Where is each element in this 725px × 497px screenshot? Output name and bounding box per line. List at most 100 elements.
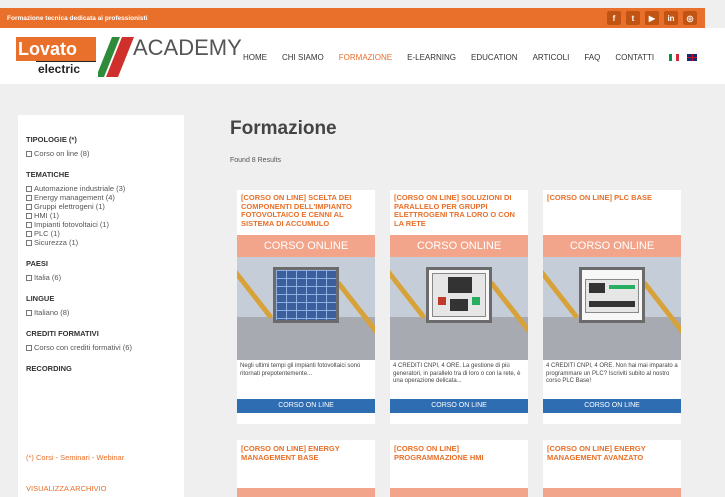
checkbox[interactable] xyxy=(26,150,32,157)
filter-list-tipologie: Corso on line (8) xyxy=(26,149,184,158)
course-description: Negli ultimi tempi gli impianti fotovolt… xyxy=(240,363,361,377)
logo-sub: electric xyxy=(36,61,96,76)
filter-option-label: Corso con crediti formativi (6) xyxy=(34,343,132,352)
course-title[interactable]: [CORSO ON LINE] SOLUZIONI DI PARALLELO P… xyxy=(394,193,526,229)
header: Lovato electric ACADEMY HOME CHI SIAMO F… xyxy=(0,28,725,84)
filter-option[interactable]: Gruppi elettrogeni (1) xyxy=(26,202,184,211)
filter-option[interactable]: HMI (1) xyxy=(26,211,184,220)
course-card[interactable]: [CORSO ON LINE] PROGRAMMAZIONE HMI xyxy=(390,440,528,497)
course-image[interactable]: CORSO ONLINE xyxy=(390,235,528,360)
checkbox[interactable] xyxy=(26,230,32,237)
course-title[interactable]: [CORSO ON LINE] ENERGY MANAGEMENT AVANZA… xyxy=(547,444,679,462)
archive-link[interactable]: VISUALIZZA ARCHIVIO xyxy=(26,484,106,493)
filter-list-crediti: Corso con crediti formativi (6) xyxy=(26,343,184,352)
filter-option-label: Corso on line (8) xyxy=(34,149,90,158)
checkbox[interactable] xyxy=(26,239,32,246)
main-nav: HOME CHI SIAMO FORMAZIONE E-LEARNING EDU… xyxy=(243,53,705,62)
filter-option[interactable]: Automazione industriale (3) xyxy=(26,184,184,193)
nav-articoli[interactable]: ARTICOLI xyxy=(533,53,570,62)
filter-option[interactable]: Corso on line (8) xyxy=(26,149,184,158)
page: Formazione tecnica dedicata ai professio… xyxy=(0,0,725,497)
filter-option[interactable]: Corso con crediti formativi (6) xyxy=(26,343,184,352)
nav-education[interactable]: EDUCATION xyxy=(471,53,518,62)
controller-display xyxy=(448,277,472,293)
course-button[interactable]: CORSO ON LINE xyxy=(237,399,375,413)
image-ground xyxy=(390,317,528,360)
filter-option[interactable]: Energy management (4) xyxy=(26,193,184,202)
checkbox[interactable] xyxy=(26,344,32,351)
course-button[interactable]: CORSO ON LINE xyxy=(390,399,528,413)
facebook-icon[interactable]: f xyxy=(607,11,621,25)
course-card[interactable]: [CORSO ON LINE] PLC BASE CORSO ONLINE 4 … xyxy=(543,190,681,424)
italian-flag-icon[interactable] xyxy=(669,54,680,61)
filter-option-label: Sicurezza (1) xyxy=(34,238,79,247)
filter-option[interactable]: Italia (6) xyxy=(26,273,184,282)
filter-option-label: Energy management (4) xyxy=(34,193,115,202)
filter-heading-recording: RECORDING xyxy=(26,364,72,373)
checkbox[interactable] xyxy=(26,221,32,228)
filter-list-paesi: Italia (6) xyxy=(26,273,184,282)
course-button[interactable]: CORSO ON LINE xyxy=(543,399,681,413)
filter-heading-crediti: CREDITI FORMATIVI xyxy=(26,329,99,338)
controller-button xyxy=(472,297,480,305)
filter-option[interactable]: PLC (1) xyxy=(26,229,184,238)
filter-option[interactable]: Sicurezza (1) xyxy=(26,238,184,247)
checkbox[interactable] xyxy=(26,203,32,210)
course-image[interactable]: CORSO ONLINE xyxy=(543,235,681,360)
instagram-icon[interactable]: ◎ xyxy=(683,11,697,25)
course-card[interactable]: [CORSO ON LINE] ENERGY MANAGEMENT AVANZA… xyxy=(543,440,681,497)
plc-terminals xyxy=(589,301,635,307)
course-title[interactable]: [CORSO ON LINE] PLC BASE xyxy=(547,193,679,203)
linkedin-icon[interactable]: in xyxy=(664,11,678,25)
image-ground xyxy=(237,317,375,360)
filter-option[interactable]: Impianti fotovoltaici (1) xyxy=(26,220,184,229)
nav-faq[interactable]: FAQ xyxy=(584,53,600,62)
course-banner: CORSO ONLINE xyxy=(390,235,528,257)
youtube-icon[interactable]: ▶ xyxy=(645,11,659,25)
checkbox[interactable] xyxy=(26,212,32,219)
logo-slash-icon xyxy=(98,37,134,77)
course-banner: CORSO ONLINE xyxy=(543,235,681,257)
filter-list-tematiche: Automazione industriale (3) Energy manag… xyxy=(26,184,184,247)
filter-option-label: Impianti fotovoltaici (1) xyxy=(34,220,110,229)
course-description: 4 CREDITI CNPI, 4 ORE. La gestione di pi… xyxy=(393,363,521,385)
nav-formazione[interactable]: FORMAZIONE xyxy=(339,53,392,62)
checkbox[interactable] xyxy=(26,185,32,192)
results-count: Found 8 Results xyxy=(230,157,281,164)
course-card[interactable]: [CORSO ON LINE] SCELTA DEI COMPONENTI DE… xyxy=(237,190,375,424)
filter-option-label: Automazione industriale (3) xyxy=(34,184,126,193)
controller-keypad xyxy=(450,299,468,311)
checkbox[interactable] xyxy=(26,274,32,281)
filter-list-lingue: Italiano (8) xyxy=(26,308,184,317)
nav-chi-siamo[interactable]: CHI SIAMO xyxy=(282,53,324,62)
checkbox[interactable] xyxy=(26,309,32,316)
course-image[interactable] xyxy=(237,488,375,497)
filter-option-label: HMI (1) xyxy=(34,211,59,220)
image-ground xyxy=(543,317,681,360)
filter-heading-tematiche: TEMATICHE xyxy=(26,170,70,179)
course-description: 4 CREDITI CNPI, 4 ORE. Non hai mai impar… xyxy=(546,363,678,385)
course-image[interactable] xyxy=(390,488,528,497)
checkbox[interactable] xyxy=(26,194,32,201)
course-image[interactable] xyxy=(543,488,681,497)
english-flag-icon[interactable] xyxy=(687,54,698,61)
course-title[interactable]: [CORSO ON LINE] PROGRAMMAZIONE HMI xyxy=(394,444,526,462)
logo[interactable]: Lovato electric ACADEMY xyxy=(16,35,242,77)
course-card[interactable]: [CORSO ON LINE] SOLUZIONI DI PARALLELO P… xyxy=(390,190,528,424)
course-title[interactable]: [CORSO ON LINE] ENERGY MANAGEMENT BASE xyxy=(241,444,373,462)
filter-option-label: Italia (6) xyxy=(34,273,62,282)
nav-contatti[interactable]: CONTATTI xyxy=(615,53,654,62)
course-card[interactable]: [CORSO ON LINE] ENERGY MANAGEMENT BASE xyxy=(237,440,375,497)
twitter-icon[interactable]: t xyxy=(626,11,640,25)
logo-academy: ACADEMY xyxy=(133,35,242,60)
filter-sidebar: TIPOLOGIE (*) Corso on line (8) TEMATICH… xyxy=(18,115,184,497)
nav-home[interactable]: HOME xyxy=(243,53,267,62)
course-image[interactable]: CORSO ONLINE xyxy=(237,235,375,360)
course-banner: CORSO ONLINE xyxy=(237,235,375,257)
course-title[interactable]: [CORSO ON LINE] SCELTA DEI COMPONENTI DE… xyxy=(241,193,373,229)
footnote-link[interactable]: (*) Corsi - Seminari - Webinar xyxy=(26,453,124,462)
nav-e-learning[interactable]: E-LEARNING xyxy=(407,53,456,62)
filter-option[interactable]: Italiano (8) xyxy=(26,308,184,317)
plc-display xyxy=(589,283,605,293)
filter-heading-paesi: PAESI xyxy=(26,259,48,268)
